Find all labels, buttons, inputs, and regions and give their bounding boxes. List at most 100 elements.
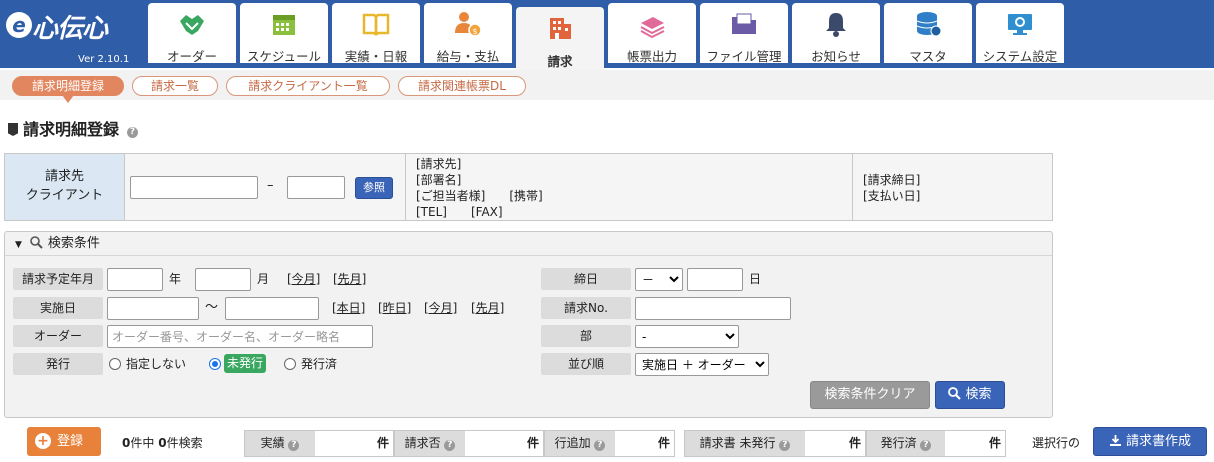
stat-label: 請求否 ? — [395, 431, 465, 456]
plus-icon: + — [35, 433, 51, 449]
subtab-billing-forms-download[interactable]: 請求関連帳票DL — [398, 76, 526, 96]
issue-issued-label[interactable]: 発行済 — [301, 353, 337, 375]
nav-tab-files[interactable]: ファイル管理 — [700, 3, 788, 64]
nav-tab-order[interactable]: オーダー — [148, 3, 236, 64]
stat-unissued-invoices: 請求書 未発行 ? 件 — [684, 430, 866, 457]
monitor-settings-icon — [1008, 14, 1032, 35]
person-coin-icon: $ — [455, 12, 482, 37]
billing-month-label: 請求予定年月 — [13, 268, 103, 290]
billing-client-label-line2: クライアント — [25, 188, 104, 203]
issue-unissued-label[interactable]: 未発行 — [224, 354, 267, 373]
issue-unspecified-radio[interactable] — [109, 358, 121, 370]
client-code-input[interactable] — [130, 176, 258, 199]
subtab-billing-client-list[interactable]: 請求クライアント一覧 — [226, 76, 390, 96]
result-count: 0件中 0件検索 — [122, 434, 203, 451]
help-icon[interactable]: ? — [779, 440, 791, 451]
svg-text:$: $ — [472, 27, 477, 36]
logo-mark: e — [6, 12, 32, 38]
closing-day-input[interactable] — [687, 268, 743, 291]
sort-order-select[interactable]: 実施日 ＋ オーダー — [635, 353, 769, 376]
help-icon[interactable]: ? — [444, 440, 456, 451]
database-icon — [916, 12, 942, 37]
logo-text: 心伝心 — [32, 14, 108, 44]
closing-day-select[interactable]: － — [635, 268, 683, 291]
stat-label: 発行済 ? — [867, 431, 945, 456]
panel-divider — [405, 154, 406, 220]
department-select[interactable]: - — [635, 325, 739, 348]
search-button[interactable]: 検索 — [935, 381, 1005, 409]
date-from-input[interactable] — [107, 297, 199, 320]
clear-search-button[interactable]: 検索条件クリア — [810, 381, 930, 409]
client-branch-input[interactable] — [287, 176, 345, 199]
create-invoice-label: 請求書作成 — [1125, 434, 1191, 449]
nav-tab-billing[interactable]: 請求 — [516, 7, 604, 70]
client-info-line: [部署名] — [416, 173, 462, 187]
help-icon[interactable]: ? — [920, 440, 932, 451]
stat-added-rows: 行追加 ? 件 — [544, 430, 675, 457]
stat-label-text: 請求書 未発行 — [699, 436, 776, 450]
stat-label-text: 行追加 — [554, 436, 591, 450]
department-label: 部 — [541, 325, 631, 347]
app-logo[interactable]: e 心伝心 Ver 2.10.1 — [6, 6, 142, 66]
nav-tab-results[interactable]: 実績・日報 — [332, 3, 420, 64]
title-marker-icon — [8, 123, 18, 136]
date-today-link[interactable]: [本日] — [332, 297, 365, 319]
date-yesterday-link[interactable]: [昨日] — [378, 297, 411, 319]
order-label: オーダー — [13, 325, 103, 347]
nav-tab-label: 請求 — [547, 54, 573, 69]
help-icon[interactable]: ? — [288, 440, 300, 451]
stat-label: 請求書 未発行 ? — [685, 431, 805, 456]
help-icon[interactable]: ? — [594, 440, 606, 451]
date-label: 実施日 — [13, 297, 103, 319]
help-icon[interactable]: ? — [127, 127, 139, 138]
date-last-month-link[interactable]: [先月] — [471, 297, 504, 319]
subtab-billing-list[interactable]: 請求一覧 — [132, 76, 218, 96]
page-title-text: 請求明細登録 — [23, 120, 120, 139]
nav-tab-payroll[interactable]: $ 給与・支払 — [424, 3, 512, 64]
register-button[interactable]: + 登録 — [27, 427, 101, 456]
stat-label-text: 請求否 — [404, 436, 441, 450]
panel-divider — [852, 154, 853, 220]
create-invoice-button[interactable]: 請求書作成 — [1093, 427, 1207, 456]
selected-rows-label: 選択行の — [1032, 436, 1081, 450]
client-code-dash: – — [267, 178, 274, 193]
subtab-billing-entry[interactable]: 請求明細登録 — [12, 76, 124, 103]
date-to-input[interactable] — [225, 297, 319, 320]
billing-year-input[interactable] — [107, 268, 163, 291]
stat-unit: 件 — [988, 436, 1001, 450]
nav-tab-notices[interactable]: お知らせ — [792, 3, 880, 64]
download-icon — [1109, 435, 1121, 446]
year-unit: 年 — [169, 272, 182, 286]
issue-issued-radio[interactable] — [284, 358, 296, 370]
nav-tab-reports[interactable]: 帳票出力 — [608, 3, 696, 64]
client-reference-button[interactable]: 参照 — [355, 177, 393, 199]
billing-this-month-link[interactable]: [今月] — [287, 268, 320, 290]
nav-tab-system-settings[interactable]: システム設定 — [976, 3, 1064, 64]
papers-icon — [640, 17, 665, 39]
magnifier-icon — [948, 387, 962, 400]
invoice-number-label: 請求No. — [541, 297, 631, 319]
stat-label-text: 実績 — [260, 436, 285, 450]
issue-unspecified-label[interactable]: 指定しない — [126, 353, 186, 375]
open-book-icon — [362, 13, 390, 36]
client-closing-info: [請求締日] [支払い日] — [863, 172, 920, 204]
issue-unissued-radio[interactable] — [209, 358, 221, 370]
search-conditions-header[interactable]: ▼ 検索条件 — [5, 232, 1052, 256]
billing-month-input[interactable] — [195, 268, 251, 291]
billing-client-label: 請求先 クライアント — [5, 154, 125, 220]
nav-tab-master[interactable]: マスタ — [884, 3, 972, 64]
register-button-label: 登録 — [57, 434, 84, 449]
billing-last-month-link[interactable]: [先月] — [333, 268, 366, 290]
calendar-icon — [273, 15, 295, 35]
date-this-month-link[interactable]: [今月] — [424, 297, 457, 319]
nav-tab-label: スケジュール — [246, 49, 322, 64]
invoice-number-input[interactable] — [635, 297, 791, 320]
issue-status-label: 発行 — [13, 353, 103, 375]
nav-tab-schedule[interactable]: スケジュール — [240, 3, 328, 64]
page-title: 請求明細登録? — [8, 116, 139, 140]
bell-icon — [826, 13, 846, 37]
app-version: Ver 2.10.1 — [78, 54, 130, 65]
order-search-input[interactable] — [107, 325, 373, 348]
count-mid-text: 件中 — [130, 436, 155, 450]
client-closing-line: [請求締日] — [863, 173, 921, 187]
